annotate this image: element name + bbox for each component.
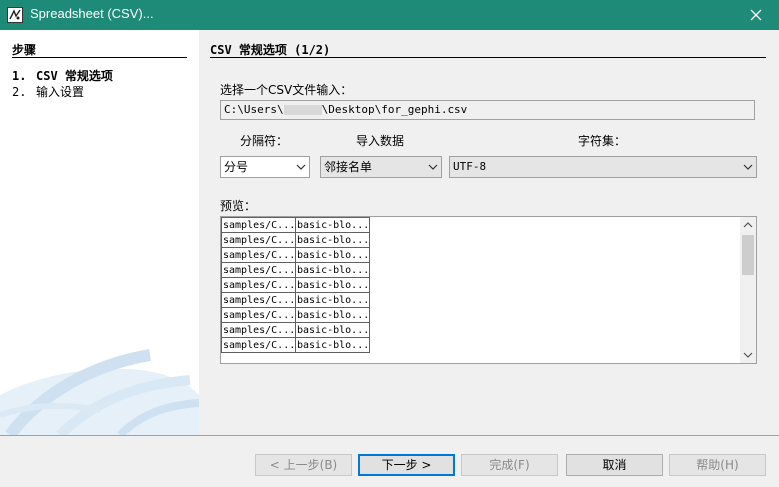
file-label: 选择一个CSV文件输入：: [220, 83, 353, 97]
file-path-prefix: C:\Users\: [224, 103, 284, 116]
table-cell: samples/C...: [221, 307, 296, 323]
decorative-wave-graphic: [0, 349, 199, 435]
step-item-2: 2. 输入设置: [12, 84, 113, 100]
redacted-username: [283, 105, 322, 115]
scroll-up-button[interactable]: [740, 217, 756, 233]
chevron-down-icon: [743, 164, 753, 170]
table-row: samples/C... basic-blo...: [221, 217, 370, 233]
finish-button[interactable]: 完成(F): [461, 454, 558, 476]
scroll-down-button[interactable]: [740, 347, 756, 363]
preview-table-panel: samples/C... basic-blo... samples/C... bas…: [220, 216, 757, 364]
step-item-1: 1. CSV 常规选项: [12, 68, 113, 84]
cancel-button[interactable]: 取消: [566, 454, 663, 476]
chevron-down-icon: [296, 164, 306, 170]
button-bar: < 上一步(B) 下一步 > 完成(F) 取消 帮助(H): [0, 435, 779, 487]
table-cell: samples/C...: [221, 277, 296, 293]
table-row: samples/C... basic-blo...: [221, 247, 370, 263]
chevron-down-icon: [743, 352, 753, 358]
import-value: 邻接名单: [324, 160, 373, 174]
window-title: Spreadsheet (CSV)...: [30, 6, 154, 21]
table-cell: basic-blo...: [295, 277, 370, 293]
help-button[interactable]: 帮助(H): [669, 454, 766, 476]
title-bar: Spreadsheet (CSV)...: [0, 0, 779, 30]
import-select[interactable]: 邻接名单: [320, 156, 442, 178]
chevron-up-icon: [743, 222, 753, 228]
table-cell: basic-blo...: [295, 262, 370, 278]
import-label: 导入数据: [356, 134, 405, 148]
step-number: 1.: [12, 69, 27, 83]
preview-table: samples/C... basic-blo... samples/C... bas…: [221, 217, 370, 353]
separator-select[interactable]: 分号: [220, 156, 310, 178]
table-cell: samples/C...: [221, 337, 296, 353]
main-panel: CSV 常规选项 (1/2) 选择一个CSV文件输入： C:\Users\ \De…: [199, 30, 779, 435]
table-cell: samples/C...: [221, 247, 296, 263]
separator-label: 分隔符：: [240, 134, 289, 148]
preview-label: 预览：: [220, 199, 257, 213]
file-path-suffix: \Desktop\for_gephi.csv: [321, 103, 468, 116]
steps-panel: 步骤 1. CSV 常规选项 2. 输入设置: [0, 30, 199, 435]
table-cell: samples/C...: [221, 217, 296, 233]
table-cell: basic-blo...: [295, 337, 370, 353]
table-row: samples/C... basic-blo...: [221, 292, 370, 308]
table-row: samples/C... basic-blo...: [221, 277, 370, 293]
step-number: 2.: [12, 85, 27, 99]
back-button[interactable]: < 上一步(B): [255, 454, 352, 476]
step-label: CSV 常规选项: [36, 69, 113, 83]
separator-value: 分号: [224, 160, 249, 174]
chevron-down-icon: [428, 164, 438, 170]
title-divider: [210, 57, 766, 58]
charset-value: UTF-8: [453, 160, 487, 173]
table-cell: basic-blo...: [295, 232, 370, 248]
file-path-field[interactable]: C:\Users\ \Desktop\for_gephi.csv: [220, 100, 755, 120]
steps-list: 1. CSV 常规选项 2. 输入设置: [12, 68, 113, 100]
table-cell: basic-blo...: [295, 247, 370, 263]
table-cell: samples/C...: [221, 322, 296, 338]
page-title: CSV 常规选项 (1/2): [210, 43, 331, 57]
table-cell: samples/C...: [221, 262, 296, 278]
scroll-thumb[interactable]: [742, 235, 754, 275]
next-button[interactable]: 下一步 >: [358, 454, 455, 476]
table-row: samples/C... basic-blo...: [221, 322, 370, 338]
app-icon: [7, 7, 23, 23]
step-label: 输入设置: [36, 85, 85, 99]
table-row: samples/C... basic-blo...: [221, 307, 370, 323]
table-row: samples/C... basic-blo...: [221, 232, 370, 248]
charset-select[interactable]: UTF-8: [449, 156, 757, 178]
charset-label: 字符集：: [578, 134, 627, 148]
vertical-scrollbar[interactable]: [740, 217, 756, 363]
table-cell: basic-blo...: [295, 292, 370, 308]
table-cell: samples/C...: [221, 292, 296, 308]
table-cell: samples/C...: [221, 232, 296, 248]
table-row: samples/C... basic-blo...: [221, 337, 370, 353]
table-row: samples/C... basic-blo...: [221, 262, 370, 278]
table-cell: basic-blo...: [295, 322, 370, 338]
steps-header: 步骤: [12, 43, 37, 57]
close-icon: [750, 9, 762, 21]
close-button[interactable]: [733, 0, 779, 30]
table-cell: basic-blo...: [295, 217, 370, 233]
table-cell: basic-blo...: [295, 307, 370, 323]
steps-divider: [12, 57, 187, 58]
